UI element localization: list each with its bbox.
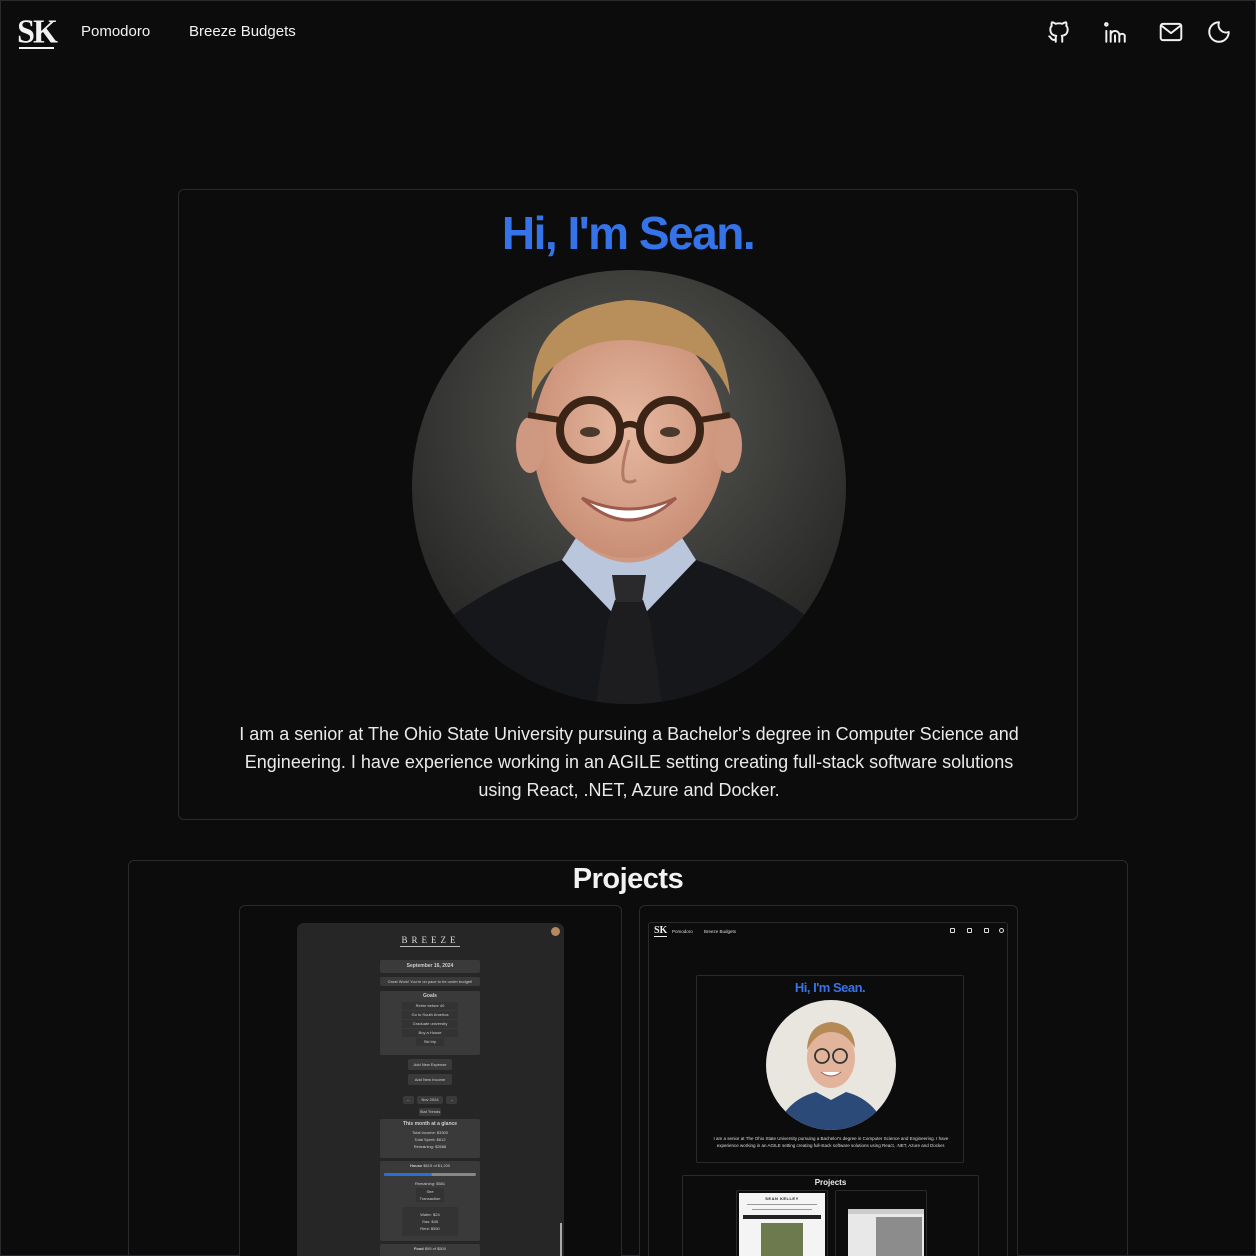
- mini-intro-card: Hi, I'm Sean. I am a senior at The Ohio …: [696, 975, 964, 1163]
- house-progress-bar: [384, 1173, 476, 1176]
- intro-card: Hi, I'm Sean. I am a senior at The Ohio …: [178, 189, 1078, 820]
- mini-app-preview: [848, 1209, 924, 1256]
- month-selector: Nov 2024: [417, 1096, 443, 1104]
- linkedin-icon[interactable]: [1102, 19, 1128, 45]
- glance-line: Total Spent: $612: [414, 1137, 446, 1142]
- mini-project-card: [835, 1190, 927, 1256]
- mini-projects-title: Projects: [814, 1178, 847, 1187]
- sk-logo[interactable]: SK: [17, 12, 58, 50]
- hero-title: Hi, I'm Sean.: [501, 207, 756, 259]
- next-month-button: →: [446, 1096, 457, 1104]
- github-icon[interactable]: [1046, 19, 1072, 45]
- project-card-breeze-budgets[interactable]: BREEZE September 16, 2024 Great Work! Yo…: [239, 905, 622, 1256]
- house-item: Water: $24: [420, 1212, 440, 1217]
- mini-hero-title: Hi, I'm Sean.: [794, 980, 866, 995]
- mini-linkedin-icon: [967, 928, 972, 933]
- nav-link-breeze-budgets[interactable]: Breeze Budgets: [189, 23, 296, 40]
- house-item: Rent: $550: [420, 1226, 440, 1231]
- mini-moon-icon: [999, 928, 1004, 933]
- mini-nav-link: Breeze Budgets: [704, 929, 737, 934]
- glance-title: This month at a glance: [402, 1121, 458, 1127]
- house-remaining: Remaining: $581: [414, 1181, 446, 1186]
- project-card-personal-website[interactable]: SK Pomodoro Breeze Budgets Hi, I'm Sean.: [639, 905, 1018, 1256]
- resume-bar: [743, 1215, 821, 1219]
- profile-photo: [412, 270, 846, 704]
- mini-github-icon: [950, 928, 955, 933]
- website-screenshot: SK Pomodoro Breeze Budgets Hi, I'm Sean.: [648, 922, 1008, 1256]
- house-label: House: [409, 1163, 423, 1168]
- food-label: Food: [413, 1246, 424, 1251]
- goal-item: Graduate university: [402, 1020, 458, 1028]
- divider: [752, 1209, 812, 1210]
- mini-resume-preview: SEAN KELLEY: [739, 1193, 825, 1256]
- budget-tagline: Great Work! You're on pace to be under b…: [380, 977, 480, 986]
- goal-item: Retire before 40: [402, 1002, 458, 1010]
- add-income-button: Add New Income: [408, 1074, 452, 1085]
- top-nav-bar: SK Pomodoro Breeze Budgets: [1, 1, 1255, 63]
- resume-photo: [761, 1223, 803, 1256]
- mini-app-panel: [876, 1217, 922, 1256]
- goal-item: Go to South America: [402, 1011, 458, 1019]
- mail-icon[interactable]: [1158, 19, 1184, 45]
- see-transaction-button: See Transaction: [416, 1188, 444, 1202]
- goal-item: Buy a House: [402, 1029, 458, 1037]
- breeze-brand: BREEZE: [401, 935, 460, 945]
- stat-trends-button: Stat Trends: [419, 1108, 441, 1116]
- mini-profile-photo: [766, 1000, 896, 1130]
- mini-projects-section: Projects SEAN KELLEY: [682, 1175, 979, 1256]
- month-glance-panel: This month at a glance Total Income: $33…: [380, 1119, 480, 1158]
- date-heading: September 16, 2024: [380, 960, 480, 973]
- goals-title: Goals: [423, 993, 437, 999]
- goal-item: Ski trip: [416, 1038, 444, 1046]
- goals-panel: Goals Retire before 40 Go to South Ameri…: [380, 991, 480, 1055]
- logo-text: SK: [17, 12, 58, 50]
- nav-link-pomodoro[interactable]: Pomodoro: [81, 23, 150, 40]
- divider: [747, 1204, 817, 1205]
- add-expense-button: Add New Expense: [408, 1059, 452, 1070]
- mini-project-card: SEAN KELLEY: [736, 1190, 828, 1256]
- divider: [400, 946, 460, 947]
- food-category-panel: Food $95 of $500: [380, 1244, 480, 1256]
- projects-title: Projects: [572, 863, 684, 895]
- prev-month-button: ←: [403, 1096, 414, 1104]
- breeze-app-screenshot: BREEZE September 16, 2024 Great Work! Yo…: [297, 923, 564, 1256]
- resume-name: SEAN KELLEY: [765, 1196, 799, 1201]
- mini-app-toolbar: [848, 1209, 924, 1214]
- glance-line: Total Income: $3300: [411, 1130, 449, 1135]
- glance-line: Remaining: $2688: [413, 1144, 447, 1149]
- mini-logo: SK: [654, 925, 668, 937]
- house-item: Gas: $45: [421, 1219, 439, 1224]
- mini-mail-icon: [984, 928, 989, 933]
- projects-section: Projects BREEZE September 16, 2024 Great…: [128, 860, 1128, 1256]
- mini-nav-link: Pomodoro: [672, 929, 693, 934]
- bio-text: I am a senior at The Ohio State Universi…: [239, 724, 1019, 800]
- scrollbar: [560, 1223, 562, 1256]
- house-amount: $619 of $1,200: [423, 1163, 451, 1168]
- moon-icon[interactable]: [1206, 19, 1232, 45]
- mini-bio-text: I am a senior at The Ohio State Universi…: [713, 1136, 949, 1148]
- house-category-panel: House $619 of $1,200 Remaining: $581 See…: [380, 1161, 480, 1241]
- food-amount: $95 of $500: [424, 1246, 447, 1251]
